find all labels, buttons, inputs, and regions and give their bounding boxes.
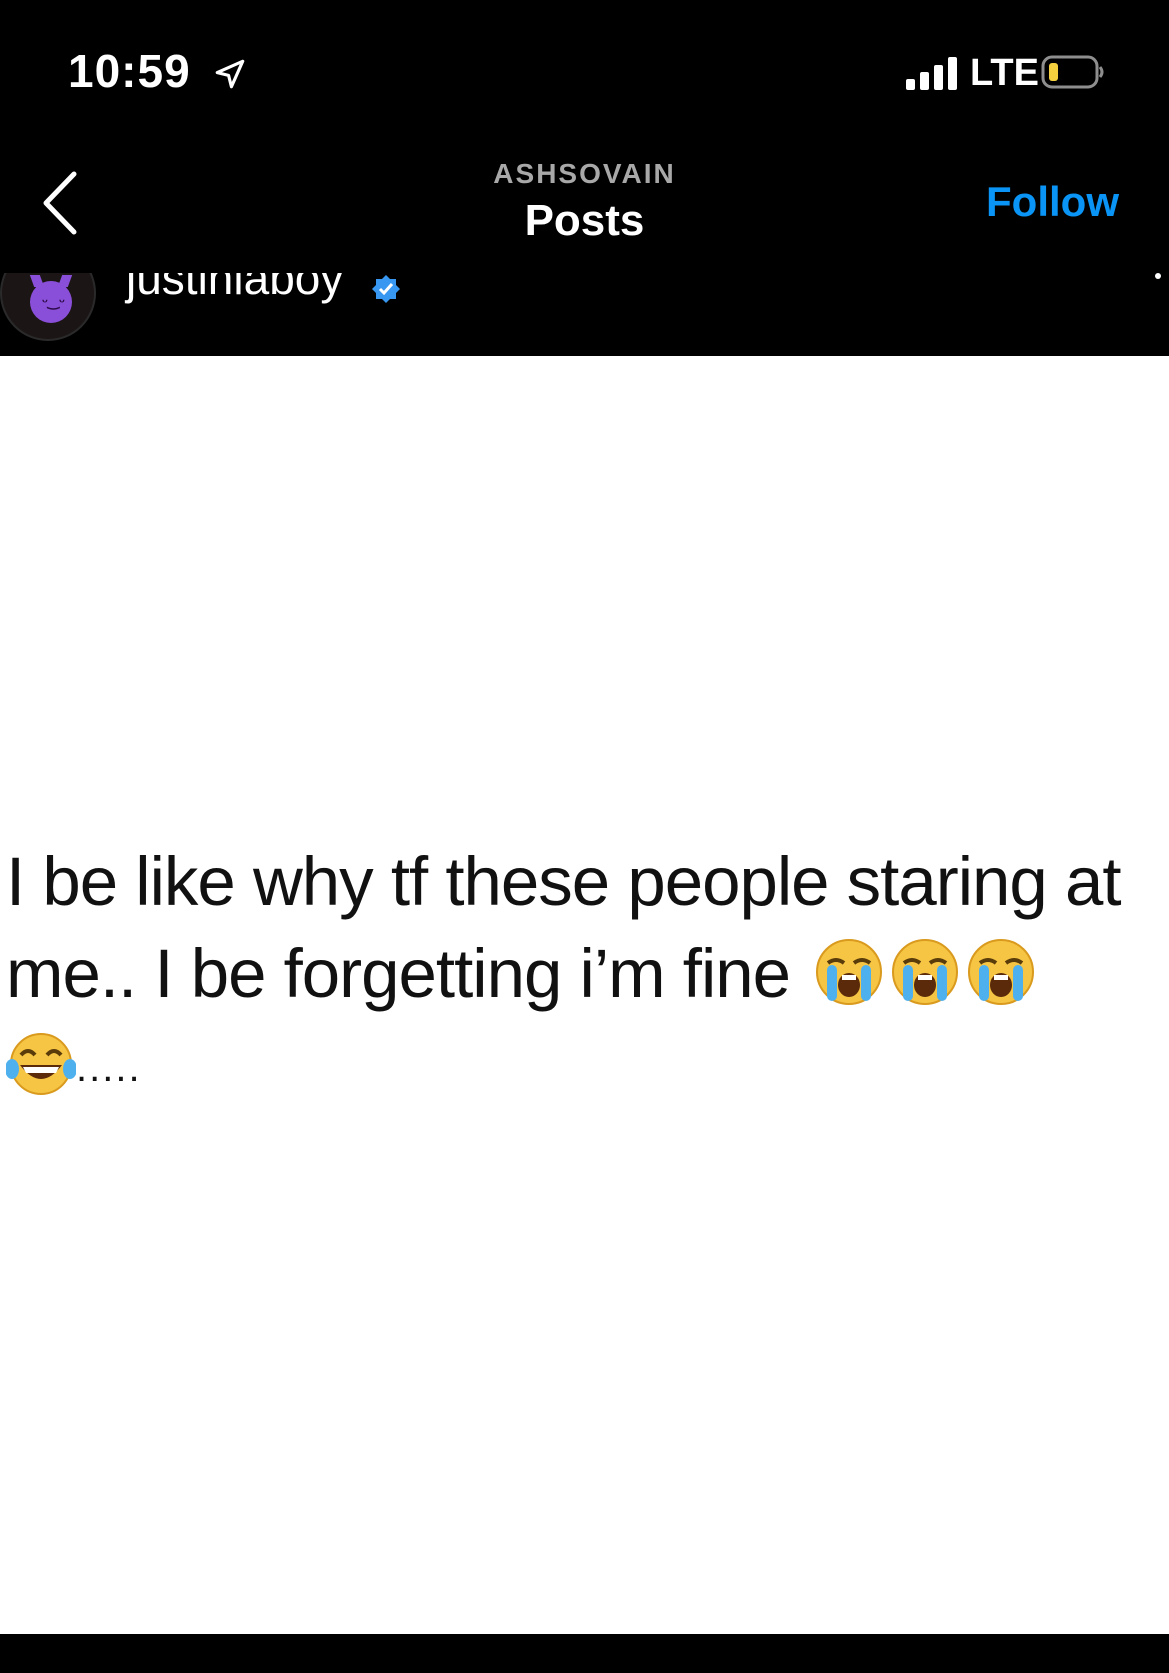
battery-icon (1041, 55, 1104, 89)
follow-button[interactable]: Follow (986, 178, 1119, 226)
nav-bar: ASHSOVAIN Posts Follow (0, 140, 1169, 274)
caption-line-2: me.. I be forgetting i’m fine (6, 928, 1166, 1020)
post-caption: I be like why tf these people staring at… (6, 836, 1166, 1114)
loudly-crying-emoji-icon (816, 939, 883, 1005)
post-image[interactable]: I be like why tf these people staring at… (0, 356, 1169, 1634)
avatar[interactable]: ᵕ‿ᵕ (0, 273, 96, 341)
location-arrow-icon (215, 59, 245, 89)
verified-badge-icon (372, 275, 400, 303)
loudly-crying-emoji-icon (968, 939, 1035, 1005)
tears-of-joy-emoji-icon (6, 1033, 76, 1095)
loudly-crying-emoji-icon (892, 939, 959, 1005)
more-options-icon[interactable] (1155, 273, 1161, 279)
caption-line-3: ..... (6, 1020, 1166, 1114)
status-bar: 10:59 LTE (0, 0, 1169, 140)
post-header: ᵕ‿ᵕ justinlaboy (0, 273, 1169, 356)
bottom-bar (0, 1634, 1169, 1673)
caption-line-1: I be like why tf these people staring at (6, 843, 1122, 920)
caption-ellipsis: ..... (76, 1046, 142, 1090)
signal-icon (906, 56, 962, 90)
network-type: LTE (970, 52, 1039, 94)
author-handle[interactable]: justinlaboy (126, 273, 343, 305)
status-time: 10:59 (68, 45, 191, 97)
